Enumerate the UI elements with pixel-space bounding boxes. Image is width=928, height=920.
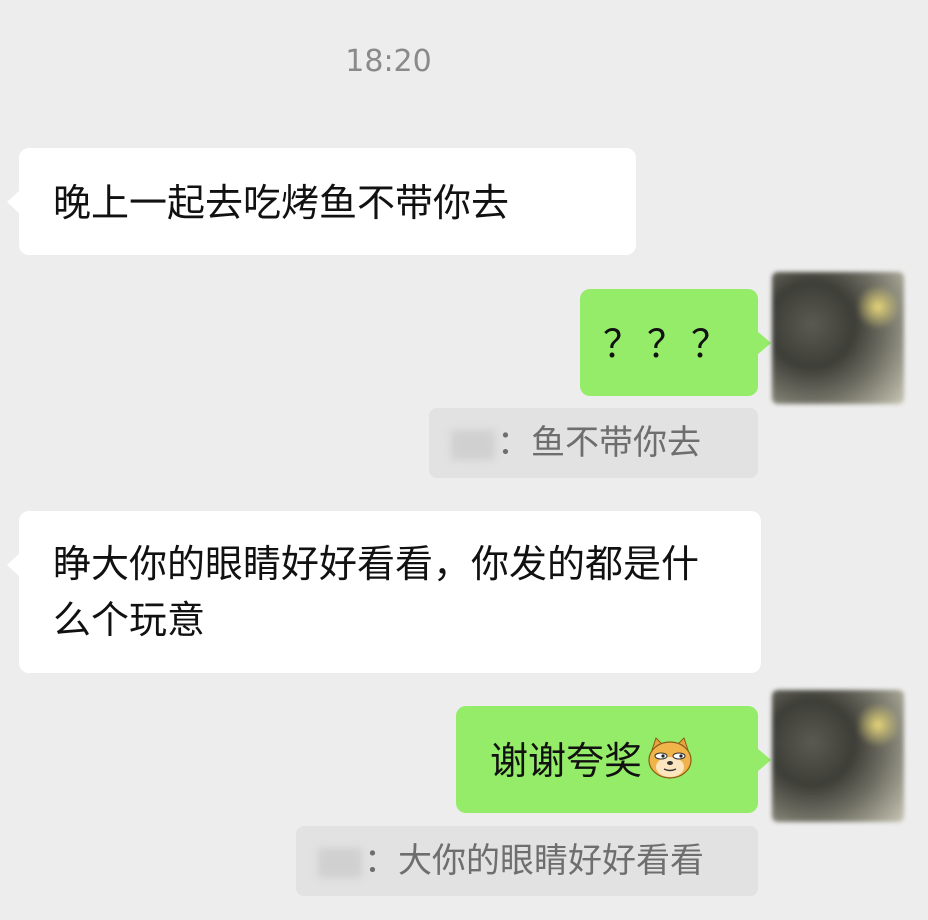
incoming-message-bubble[interactable]: 睁大你的眼睛好好看看，你发的都是什么个玩意 bbox=[7, 511, 761, 673]
avatar-highlight bbox=[858, 700, 898, 750]
quote-separator: ： bbox=[497, 423, 531, 463]
quote-fade bbox=[698, 826, 758, 896]
incoming-message-bubble[interactable]: 晚上一起去吃烤鱼不带你去 bbox=[7, 148, 636, 255]
quoted-message[interactable]: ：大你的眼睛好好看看 bbox=[296, 826, 758, 896]
my-avatar[interactable] bbox=[772, 272, 904, 404]
chat-timestamp: 18:20 bbox=[345, 44, 432, 79]
message-text: 睁大你的眼睛好好看看，你发的都是什么个玩意 bbox=[53, 542, 700, 642]
message-text: 晚上一起去吃烤鱼不带你去 bbox=[53, 181, 510, 225]
quote-text: 大你的眼睛好好看看 bbox=[398, 841, 704, 881]
my-avatar[interactable] bbox=[772, 690, 904, 822]
message-text: 谢谢夸奖 bbox=[490, 739, 643, 783]
blurred-sender-name bbox=[451, 429, 495, 460]
quote-separator: ： bbox=[364, 841, 398, 881]
outgoing-message-bubble[interactable]: ？？？ bbox=[580, 289, 771, 396]
outgoing-message-bubble[interactable]: 谢谢夸奖 bbox=[456, 706, 771, 813]
blurred-sender-name bbox=[318, 847, 362, 878]
avatar-highlight bbox=[858, 282, 898, 332]
quote-text: 鱼不带你去 bbox=[531, 423, 701, 463]
quoted-message[interactable]: ：鱼不带你去 bbox=[429, 408, 758, 478]
doge-emoji-icon bbox=[648, 737, 692, 779]
message-text: ？？？ bbox=[602, 322, 735, 366]
